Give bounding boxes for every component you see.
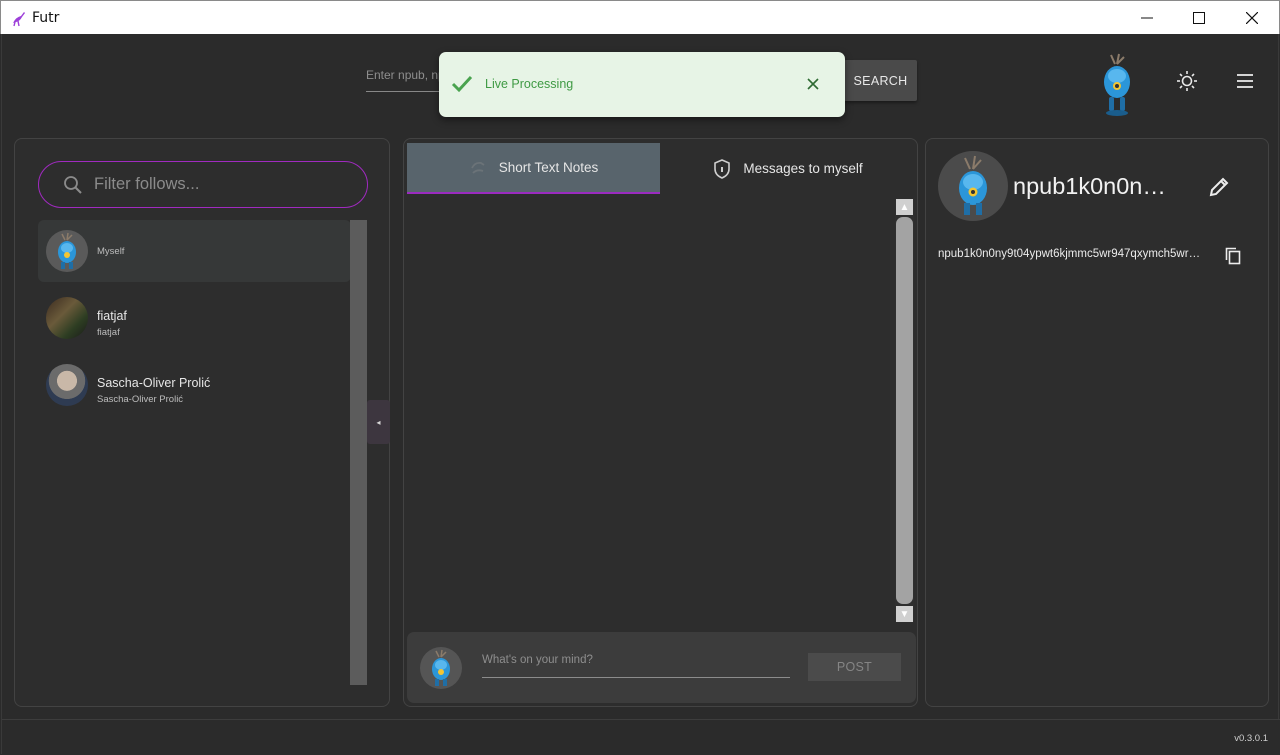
robot-avatar-icon bbox=[58, 232, 76, 269]
notes-icon bbox=[470, 161, 485, 174]
copy-icon[interactable] bbox=[1225, 247, 1241, 265]
sun-icon[interactable] bbox=[1176, 70, 1198, 92]
feed-scrollbar[interactable]: ▲ ▼ bbox=[895, 199, 914, 622]
minimize-icon bbox=[1141, 17, 1153, 19]
avatar bbox=[46, 230, 88, 272]
status-bar: v0.3.0.1 bbox=[2, 719, 1280, 754]
tab-label: Short Text Notes bbox=[498, 160, 599, 175]
post-button[interactable]: POST bbox=[808, 653, 901, 681]
avatar bbox=[938, 151, 1008, 221]
tab-messages-to-myself[interactable]: Messages to myself bbox=[660, 143, 916, 194]
robot-avatar-icon bbox=[432, 649, 450, 686]
profile-pubkey: npub1k0n0ny9t04ypwt6kjmmc5wr947qxymch5wr… bbox=[938, 248, 1201, 260]
collapse-panel-button[interactable]: ◂ bbox=[367, 400, 390, 444]
hamburger-menu-icon[interactable] bbox=[1236, 73, 1254, 89]
avatar bbox=[46, 364, 88, 406]
filter-placeholder: Filter follows... bbox=[94, 175, 200, 193]
list-item[interactable]: Sascha-Oliver Prolić Sascha-Oliver Proli… bbox=[38, 354, 351, 416]
scroll-down-icon[interactable]: ▼ bbox=[896, 606, 913, 622]
follows-list: Myself fiatjaf fiatjaf Sascha-Oliver Pro… bbox=[38, 220, 351, 685]
robot-avatar-icon bbox=[959, 155, 987, 215]
compose-input[interactable]: What's on your mind? bbox=[482, 654, 790, 678]
filter-follows-input[interactable]: Filter follows... bbox=[38, 161, 368, 208]
shield-icon bbox=[714, 158, 731, 179]
search-button[interactable]: SEARCH bbox=[844, 60, 917, 101]
toast-message: Live Processing bbox=[485, 77, 574, 91]
minimize-button[interactable] bbox=[1121, 1, 1173, 35]
avatar bbox=[46, 297, 88, 339]
follows-panel: Filter follows... Myself fiatjaf fiatjaf… bbox=[14, 138, 390, 707]
tab-short-text-notes[interactable]: Short Text Notes bbox=[407, 143, 660, 194]
pencil-icon[interactable] bbox=[1207, 175, 1231, 199]
list-item-subtitle: fiatjaf bbox=[97, 327, 120, 338]
tab-label: Messages to myself bbox=[743, 161, 863, 176]
list-item[interactable]: fiatjaf fiatjaf bbox=[38, 287, 351, 349]
maximize-button[interactable] bbox=[1173, 1, 1225, 35]
notification-toast: Live Processing bbox=[439, 52, 845, 117]
futr-logo-icon bbox=[13, 12, 25, 27]
toast-close-icon[interactable] bbox=[805, 76, 821, 92]
list-item-name: Sascha-Oliver Prolić bbox=[97, 376, 211, 390]
search-input[interactable]: Enter npub, np bbox=[366, 64, 446, 92]
window-title: Futr bbox=[32, 10, 60, 26]
close-window-button[interactable] bbox=[1226, 1, 1278, 35]
list-item[interactable]: Myself bbox=[38, 220, 351, 282]
scroll-up-icon[interactable]: ▲ bbox=[896, 199, 913, 215]
app-root: Enter npub, np SEARCH Live Processing Fi… bbox=[1, 34, 1280, 754]
list-item-name: fiatjaf bbox=[97, 309, 127, 323]
follows-scrollbar[interactable] bbox=[350, 220, 367, 685]
check-icon bbox=[451, 75, 473, 93]
profile-display-name: npub1k0n0n… bbox=[1013, 173, 1166, 199]
user-avatar[interactable] bbox=[1095, 52, 1139, 116]
feed-tabs: Short Text Notes Messages to myself bbox=[407, 143, 916, 194]
compose-box: What's on your mind? POST bbox=[407, 632, 916, 703]
maximize-icon bbox=[1193, 12, 1205, 24]
avatar bbox=[420, 647, 462, 689]
app-version: v0.3.0.1 bbox=[1234, 733, 1268, 744]
scroll-thumb[interactable] bbox=[896, 217, 913, 604]
list-item-subtitle: Myself bbox=[97, 246, 125, 257]
window-titlebar: Futr bbox=[0, 0, 1280, 34]
close-icon bbox=[1246, 12, 1258, 24]
feed-panel: Short Text Notes Messages to myself ▲ ▼ bbox=[403, 138, 918, 707]
profile-panel: npub1k0n0n… npub1k0n0ny9t04ypwt6kjmmc5wr… bbox=[925, 138, 1269, 707]
list-item-subtitle: Sascha-Oliver Prolić bbox=[97, 394, 184, 405]
search-icon bbox=[64, 176, 82, 194]
